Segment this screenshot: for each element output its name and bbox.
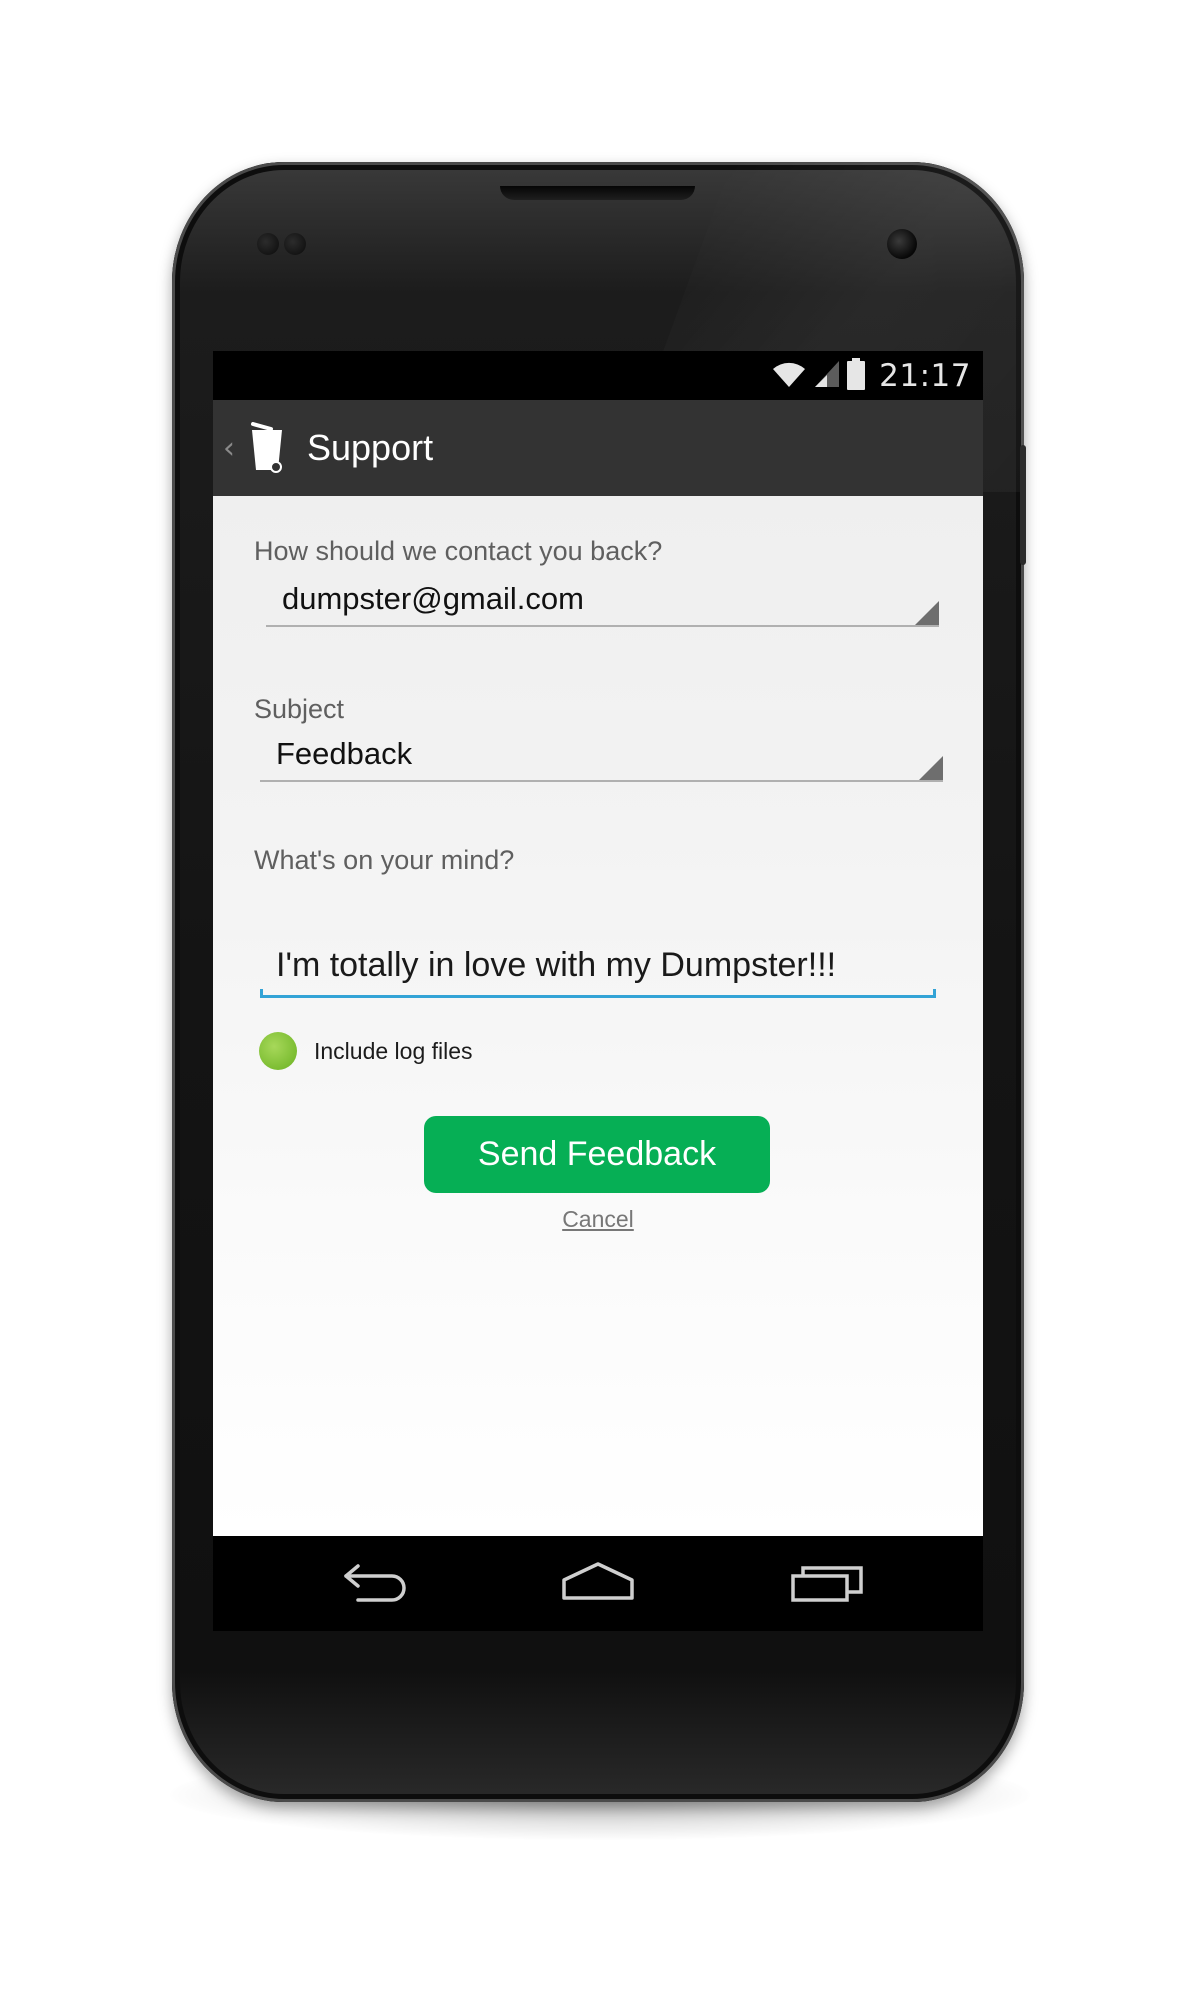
action-bar: ‹ Support	[213, 400, 983, 496]
include-logs-checkbox[interactable]	[259, 1032, 297, 1070]
back-icon[interactable]	[336, 1558, 416, 1608]
status-icons: 21:17	[771, 357, 971, 395]
home-icon[interactable]	[558, 1558, 638, 1608]
chevron-left-icon[interactable]: ‹	[223, 431, 241, 466]
light-sensor	[284, 233, 306, 255]
send-feedback-button[interactable]: Send Feedback	[424, 1116, 770, 1193]
contact-label: How should we contact you back?	[254, 536, 663, 566]
message-value: I'm totally in love with my Dumpster!!!	[276, 946, 837, 984]
include-logs-label: Include log files	[314, 1037, 473, 1064]
front-camera	[887, 229, 917, 259]
power-button	[1020, 445, 1026, 565]
cancel-link: Cancel	[213, 1206, 983, 1233]
contact-value: dumpster@gmail.com	[282, 581, 584, 616]
include-logs-checkbox-row[interactable]: Include log files	[259, 1031, 473, 1071]
phone-screen: 21:17 ‹ Support How should we contact yo…	[213, 351, 983, 1631]
trash-bin-icon[interactable]	[249, 422, 285, 474]
proximity-sensor	[257, 233, 279, 255]
page-title: Support	[307, 427, 434, 468]
battery-icon	[847, 357, 866, 395]
wifi-icon	[771, 359, 807, 394]
signal-icon	[813, 359, 841, 394]
dropdown-arrow-icon	[919, 756, 943, 780]
cancel-link-text[interactable]: Cancel	[562, 1206, 634, 1232]
status-bar: 21:17	[213, 351, 983, 400]
subject-value: Feedback	[276, 736, 413, 771]
recents-icon[interactable]	[789, 1558, 869, 1608]
message-label: What's on your mind?	[254, 845, 515, 875]
navigation-bar	[213, 1536, 983, 1631]
message-input[interactable]: I'm totally in love with my Dumpster!!!	[260, 935, 936, 998]
status-time: 21:17	[879, 358, 971, 394]
dropdown-arrow-icon	[915, 601, 939, 625]
contact-spinner[interactable]: dumpster@gmail.com	[266, 565, 939, 627]
earpiece-speaker	[500, 186, 695, 200]
support-form: How should we contact you back? dumpster…	[213, 496, 983, 1536]
subject-spinner[interactable]: Feedback	[260, 720, 943, 782]
